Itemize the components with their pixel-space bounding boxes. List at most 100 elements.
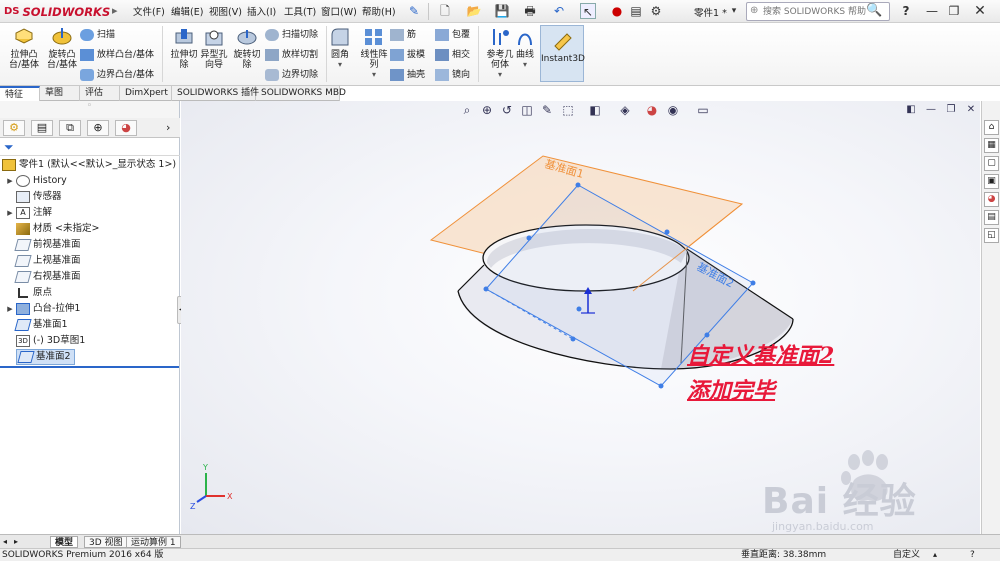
menu-edit[interactable]: 编辑(E)	[171, 4, 203, 18]
tab-3d-views[interactable]: 3D 视图	[84, 536, 128, 548]
select-cursor-icon[interactable]: ↖	[580, 3, 596, 19]
sweep-cut-icon	[265, 29, 279, 41]
loft-boss-button[interactable]: 放样凸台/基体	[80, 48, 154, 62]
new-document-icon[interactable]: 🗋	[437, 3, 453, 19]
pane-drag-handle[interactable]: ◦	[0, 101, 179, 118]
custom-properties-icon[interactable]: ▤	[984, 210, 999, 225]
revolve-cut-button[interactable]: 旋转切 除	[225, 25, 269, 70]
save-icon[interactable]: 💾	[494, 3, 510, 19]
tab-dimxpert[interactable]: DimXpert	[120, 86, 172, 101]
restore-icon[interactable]: ❐	[946, 3, 962, 19]
tree-item-front-plane[interactable]: 前视基准面	[4, 237, 81, 253]
tab-motion-study-1[interactable]: 运动算例 1	[126, 536, 181, 548]
tree-item-boss-extrude1[interactable]: ▶ 凸台-拉伸1	[4, 301, 80, 317]
pin-arrow-icon[interactable]: ▸	[112, 4, 118, 17]
boundary-cut-button[interactable]: 边界切除	[265, 68, 318, 82]
expand-arrow-icon[interactable]: ▶	[4, 301, 16, 317]
tree-item-annotations[interactable]: ▶ A 注解	[4, 205, 52, 221]
resources-home-icon[interactable]: ⌂	[984, 120, 999, 135]
design-library-icon[interactable]: ▦	[984, 138, 999, 153]
help-question-icon[interactable]: ?	[898, 3, 914, 19]
menu-help[interactable]: 帮助(H)	[362, 4, 396, 18]
sweep-cut-button[interactable]: 扫描切除	[265, 28, 318, 42]
close-icon[interactable]: ✕	[972, 3, 988, 19]
configuration-manager-tab-icon[interactable]: ⧉	[59, 120, 81, 136]
mirror-button[interactable]: 镜向	[435, 68, 470, 82]
expand-arrow-icon[interactable]: ▶	[4, 173, 16, 189]
tab-scroll-left-icon[interactable]: ◂	[3, 537, 7, 546]
menu-tools[interactable]: 工具(T)	[284, 4, 316, 18]
display-manager-tab-icon[interactable]: ◕	[115, 120, 137, 136]
shell-button[interactable]: 抽壳	[390, 68, 425, 82]
undo-icon[interactable]: ↶	[551, 3, 567, 19]
minimize-icon[interactable]: —	[924, 3, 940, 19]
tab-evaluate[interactable]: 评估	[80, 86, 120, 101]
unit-system[interactable]: 自定义	[893, 549, 920, 561]
tree-item-origin[interactable]: 原点	[4, 285, 52, 301]
more-tabs-chevron-icon[interactable]: ›	[166, 121, 170, 134]
tab-sketch[interactable]: 草图	[40, 86, 80, 101]
tree-item-plane2[interactable]: 基准面2	[16, 349, 75, 365]
forum-icon[interactable]: ◱	[984, 228, 999, 243]
menu-window[interactable]: 窗口(W)	[321, 4, 357, 18]
options-gear-icon[interactable]: ⚙	[648, 3, 664, 19]
intersect-button[interactable]: 相交	[435, 48, 470, 62]
tree-item-history[interactable]: ▶ History	[4, 173, 67, 189]
tab-addins[interactable]: SOLIDWORKS 插件	[172, 86, 259, 101]
file-explorer-icon[interactable]: ▢	[984, 156, 999, 171]
annotation-line-2: 添加完毕	[687, 378, 776, 404]
tree-item-sensors[interactable]: 传感器	[4, 189, 62, 205]
tab-features[interactable]: 特征	[0, 86, 40, 101]
plane-icon	[17, 351, 35, 363]
doc-dropdown-icon[interactable]: ▾	[726, 3, 742, 19]
rollback-bar[interactable]	[0, 366, 179, 368]
curves-button[interactable]: 曲线 ▾	[506, 25, 544, 70]
tab-mbd[interactable]: SOLIDWORKS MBD	[256, 86, 346, 101]
expand-arrow-icon[interactable]: ▶	[4, 205, 16, 221]
tree-item-top-plane[interactable]: 上视基准面	[4, 253, 81, 269]
menu-file[interactable]: 文件(F)	[133, 4, 165, 18]
rebuild-traffic-light-icon[interactable]: ●	[609, 3, 625, 19]
instant3d-toggle[interactable]: Instant3D	[540, 25, 585, 82]
dimxpert-manager-tab-icon[interactable]: ⊕	[87, 120, 109, 136]
tree-item-plane1[interactable]: 基准面1	[4, 317, 68, 333]
pin-icon[interactable]: ✎	[406, 3, 422, 19]
instant3d-icon	[554, 33, 572, 51]
tree-filter-bar[interactable]: ⏷	[0, 139, 180, 156]
status-help-icon[interactable]: ?	[970, 549, 975, 561]
tree-item-material[interactable]: 材质 <未指定>	[4, 221, 99, 237]
print-icon[interactable]: 🖶	[522, 3, 538, 19]
search-scope-icon[interactable]: ⊕	[750, 5, 758, 16]
property-manager-tab-icon[interactable]: ▤	[31, 120, 53, 136]
rib-button[interactable]: 筋	[390, 28, 416, 42]
boundary-boss-button[interactable]: 边界凸台/基体	[80, 68, 154, 82]
reference-triad[interactable]: Y X Z	[190, 463, 233, 511]
task-pane: ⌂ ▦ ▢ ▣ ◕ ▤ ◱	[981, 101, 1000, 534]
view-palette-icon[interactable]: ▣	[984, 174, 999, 189]
curves-dropdown-icon[interactable]: ▾	[506, 60, 544, 70]
menu-insert[interactable]: 插入(I)	[247, 4, 276, 18]
draft-button[interactable]: 拔模	[390, 48, 425, 62]
help-search-input[interactable]	[763, 5, 871, 18]
tab-scroll-right-icon[interactable]: ▸	[14, 537, 18, 546]
loft-cut-button[interactable]: 放样切割	[265, 48, 318, 62]
tree-item-3dsketch1[interactable]: 3D (-) 3D草图1	[4, 333, 85, 349]
sweep-button[interactable]: 扫描	[80, 28, 115, 42]
ref-geometry-dropdown-icon[interactable]: ▾	[478, 70, 522, 80]
tree-item-right-plane[interactable]: 右视基准面	[4, 269, 81, 285]
search-magnifier-icon[interactable]: 🔍	[866, 3, 882, 19]
tree-root-part[interactable]: 零件1 (默认<<默认>_显示状态 1>)	[2, 157, 176, 173]
appearances-icon[interactable]: ◕	[984, 192, 999, 207]
loft-cut-label: 放样切割	[282, 50, 319, 60]
tab-model[interactable]: 模型	[50, 536, 79, 548]
revolve-boss-button[interactable]: 旋转凸 台/基体	[40, 25, 84, 70]
wrap-button[interactable]: 包覆	[435, 28, 470, 42]
solidworks-logo[interactable]: DS SOLIDWORKS	[4, 3, 110, 20]
filter-funnel-icon[interactable]: ⏷	[4, 140, 14, 155]
feature-manager-tab-icon[interactable]: ⚙	[3, 120, 25, 136]
unit-dropdown-icon[interactable]: ▴	[933, 549, 937, 561]
file-properties-icon[interactable]: ▤	[628, 3, 644, 19]
tree-item-label: 基准面1	[33, 319, 68, 330]
open-folder-icon[interactable]: 📂	[466, 3, 482, 19]
menu-view[interactable]: 视图(V)	[209, 4, 242, 18]
